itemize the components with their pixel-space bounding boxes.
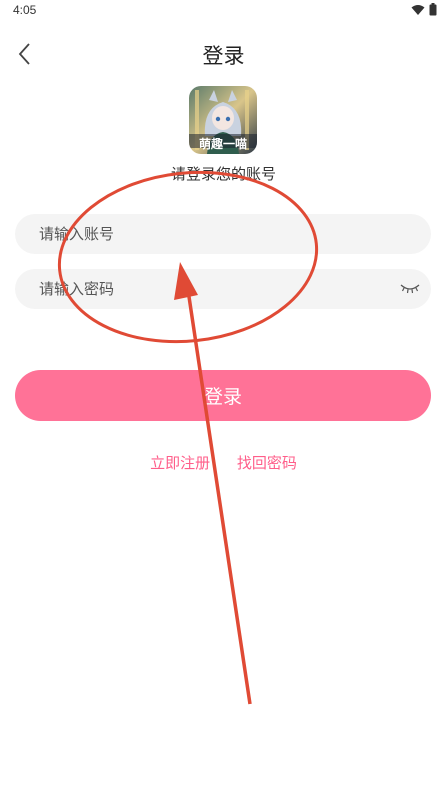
forgot-password-link[interactable]: 找回密码 [237, 454, 297, 472]
status-icons [411, 3, 437, 16]
status-bar: 4:05 [0, 0, 447, 22]
wifi-icon [411, 4, 425, 15]
header: 登录 [0, 36, 447, 72]
register-link[interactable]: 立即注册 [150, 454, 210, 472]
account-input[interactable] [15, 214, 431, 254]
page-title: 登录 [202, 44, 245, 68]
account-field [15, 214, 431, 254]
password-input[interactable] [15, 269, 431, 309]
login-subtitle: 请登录您的账号 [170, 165, 276, 183]
login-button[interactable]: 登录 [15, 370, 431, 421]
app-logo: 萌趣一喵 [189, 86, 257, 154]
annotation-arrow [174, 262, 252, 705]
eye-closed-icon [400, 284, 420, 294]
password-visibility-toggle[interactable] [399, 280, 421, 298]
password-field [15, 269, 431, 309]
battery-icon [429, 3, 437, 16]
logo-text: 萌趣一喵 [198, 137, 247, 151]
auth-links: 立即注册 找回密码 [0, 452, 447, 473]
status-time: 4:05 [13, 3, 37, 17]
annotation-ellipse [57, 170, 319, 344]
